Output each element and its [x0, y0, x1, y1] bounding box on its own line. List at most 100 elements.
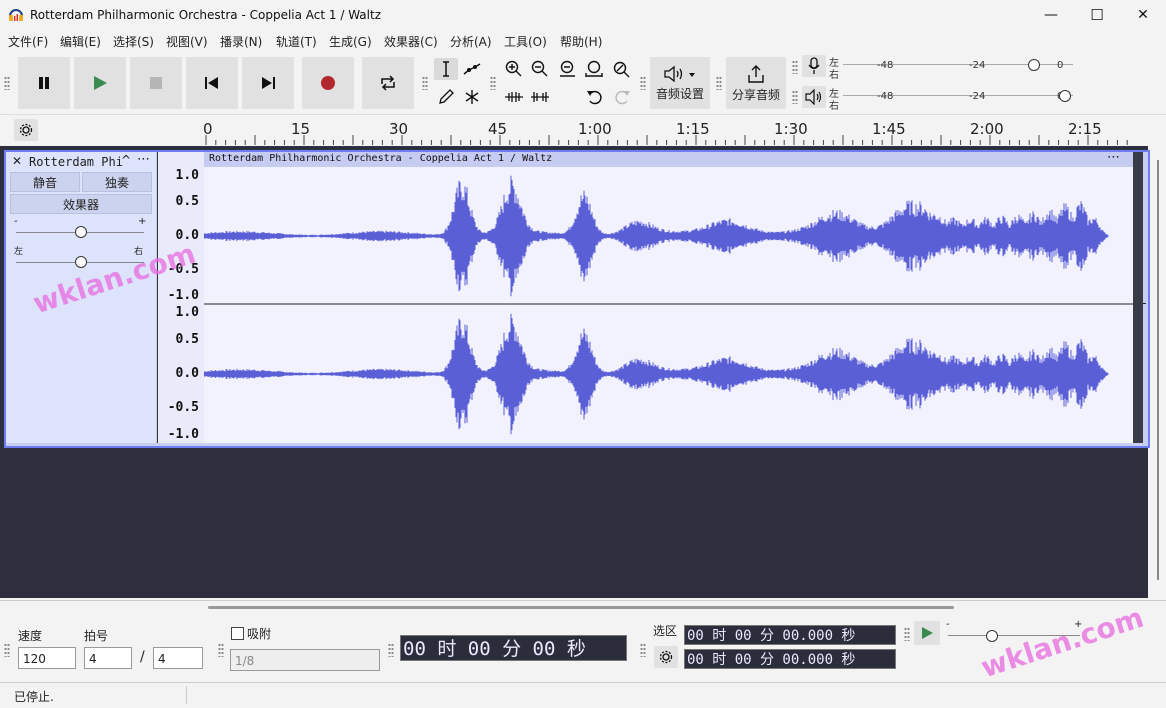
menu-tracks[interactable]: 轨道(T) — [276, 33, 317, 50]
toolbar-grip[interactable] — [422, 76, 428, 90]
collapse-icon[interactable]: ^ — [121, 153, 131, 167]
silence-audio-button[interactable] — [528, 86, 552, 108]
horizontal-scrollbar[interactable] — [208, 606, 954, 609]
playback-volume-slider[interactable] — [1059, 90, 1071, 102]
vertical-scrollbar[interactable] — [1150, 146, 1166, 598]
speed-minus-label: - — [946, 619, 950, 630]
waveform-clip[interactable] — [204, 152, 1133, 443]
undo-button[interactable] — [583, 86, 607, 108]
play-icon — [94, 76, 107, 90]
skip-to-end-button[interactable] — [242, 57, 294, 109]
audio-setup-button[interactable]: 音频设置 — [650, 57, 710, 109]
menu-generate[interactable]: 生成(G) — [329, 33, 372, 50]
selection-options-button[interactable] — [654, 646, 678, 668]
menu-edit[interactable]: 编辑(E) — [60, 33, 101, 50]
share-audio-button[interactable]: 分享音频 — [726, 57, 786, 109]
menu-tools[interactable]: 工具(O) — [504, 33, 547, 50]
trim-audio-button[interactable] — [502, 86, 526, 108]
waveform-path — [204, 175, 1109, 297]
pencil-icon — [439, 89, 454, 104]
close-button[interactable]: ✕ — [1120, 0, 1166, 30]
menu-transport[interactable]: 播录(N) — [220, 33, 262, 50]
menu-file[interactable]: 文件(F) — [8, 33, 48, 50]
scroll-thumb[interactable] — [1157, 160, 1159, 580]
silence-icon — [531, 92, 549, 102]
gain-slider[interactable] — [75, 226, 87, 238]
divider — [186, 686, 187, 704]
toolbar-grip[interactable] — [640, 643, 646, 657]
time-signature-numerator[interactable]: 4 — [84, 647, 132, 669]
menu-select[interactable]: 选择(S) — [113, 33, 154, 50]
fit-selection-button[interactable] — [556, 58, 580, 80]
snap-select[interactable]: 1/8 — [230, 649, 380, 671]
record-meter[interactable]: 左 右 -48 -24 0 — [829, 55, 1073, 81]
zoom-in-button[interactable] — [502, 58, 526, 80]
menu-view[interactable]: 视图(V) — [166, 33, 208, 50]
toolbar-grip[interactable] — [904, 627, 910, 641]
selection-tool[interactable] — [434, 58, 458, 80]
record-volume-slider[interactable] — [1028, 59, 1040, 71]
selection-start-time[interactable]: 00 时 00 分 00.000 秒 — [684, 625, 896, 645]
loop-icon — [381, 75, 395, 91]
zoom-fit-icon — [585, 60, 603, 77]
divider — [1143, 303, 1146, 304]
toolbar-grip[interactable] — [792, 60, 798, 74]
toolbar-grip[interactable] — [218, 643, 224, 657]
title-bar: Rotterdam Philharmonic Orchestra - Coppe… — [0, 0, 1166, 30]
record-button[interactable] — [302, 57, 354, 109]
toolbar-grip[interactable] — [640, 76, 646, 90]
share-audio-label: 分享音频 — [731, 87, 780, 102]
app-icon — [9, 9, 23, 21]
i-beam-icon — [443, 61, 449, 77]
clip-menu-icon[interactable]: ⋯ — [1107, 150, 1120, 165]
track-name[interactable]: Rotterdam Phi — [29, 155, 123, 169]
mute-button[interactable]: 静音 — [10, 172, 80, 192]
maximize-button[interactable]: ☐ — [1074, 0, 1120, 30]
selection-end-time[interactable]: 00 时 00 分 00.000 秒 — [684, 649, 896, 669]
time-display[interactable]: 00 时 00 分 00 秒 — [400, 635, 627, 661]
minimize-button[interactable]: — — [1028, 0, 1074, 30]
toolbar-grip[interactable] — [792, 90, 798, 104]
pause-button[interactable] — [18, 57, 70, 109]
zoom-toggle-button[interactable] — [609, 58, 633, 80]
toolbar-grip[interactable] — [388, 643, 394, 657]
skip-to-start-button[interactable] — [186, 57, 238, 109]
zoom-out-button[interactable] — [528, 58, 552, 80]
play-button[interactable] — [74, 57, 126, 109]
gain-plus-label: + — [138, 216, 147, 227]
record-meter-button[interactable] — [802, 55, 826, 77]
time-signature-denominator[interactable]: 4 — [153, 647, 203, 669]
y-axis-label: 0.0 — [175, 366, 199, 381]
solo-button[interactable]: 独奏 — [82, 172, 152, 192]
play-at-speed-button[interactable] — [914, 621, 940, 645]
menu-help[interactable]: 帮助(H) — [560, 33, 602, 50]
menu-effects[interactable]: 效果器(C) — [384, 33, 438, 50]
pan-slider[interactable] — [75, 256, 87, 268]
playback-meter-button[interactable] — [802, 86, 826, 108]
effects-button[interactable]: 效果器 — [10, 194, 152, 214]
toolbar-grip[interactable] — [490, 76, 496, 90]
toolbar-grip[interactable] — [4, 76, 10, 90]
stop-button[interactable] — [130, 57, 182, 109]
audio-setup-label: 音频设置 — [655, 86, 704, 101]
loop-button[interactable] — [362, 57, 414, 109]
menu-analyze[interactable]: 分析(A) — [450, 33, 492, 50]
playback-speed-slider[interactable] — [986, 630, 998, 642]
gear-icon — [19, 123, 33, 137]
playback-meter[interactable]: 左 右 -48 -24 0 — [829, 86, 1073, 112]
tempo-input[interactable]: 120 — [18, 647, 76, 669]
snap-checkbox[interactable] — [231, 627, 244, 640]
timeline-ruler[interactable]: 0 15 30 45 1:00 1:15 1:30 1:45 2:00 2:15 — [0, 114, 1166, 145]
trim-icon — [505, 92, 523, 102]
draw-tool[interactable] — [434, 86, 458, 108]
track-close-button[interactable]: ✕ — [12, 154, 22, 168]
envelope-tool[interactable] — [460, 58, 484, 80]
track-menu-icon[interactable]: ⋯ — [137, 152, 150, 167]
amplitude-scale[interactable]: 1.0 0.5 0.0 -0.5 -1.0 1.0 0.5 0.0 -0.5 -… — [157, 152, 206, 443]
toolbar-grip[interactable] — [4, 643, 10, 657]
multi-tool[interactable] — [460, 86, 484, 108]
fit-project-button[interactable] — [582, 58, 606, 80]
toolbar-grip[interactable] — [716, 76, 722, 90]
timeline-options-button[interactable] — [14, 119, 38, 141]
redo-button[interactable] — [610, 86, 634, 108]
